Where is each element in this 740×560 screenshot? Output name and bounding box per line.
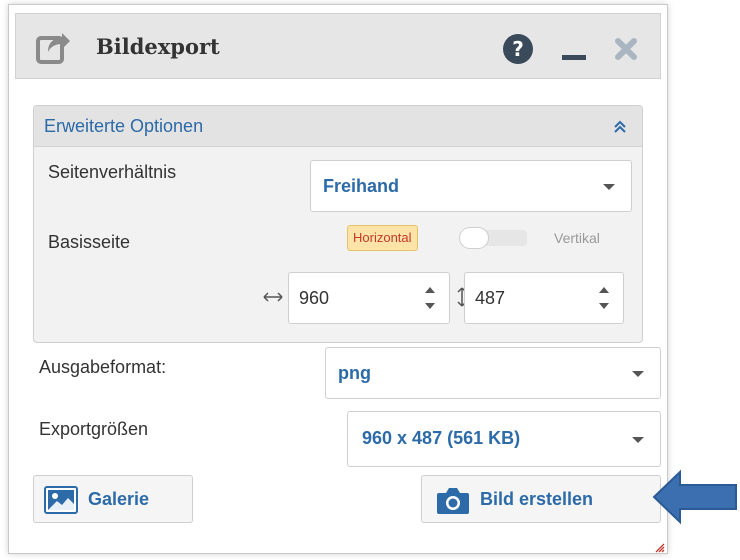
- create-image-button-label: Bild erstellen: [480, 489, 594, 509]
- output-format-label: Ausgabeformat:: [39, 357, 167, 377]
- image-icon: [44, 486, 78, 514]
- width-arrow-icon: [263, 292, 283, 302]
- width-value: 960: [299, 288, 330, 308]
- height-spinner-icon[interactable]: [597, 283, 611, 313]
- export-size-select[interactable]: 960 x 487 (561 KB): [347, 411, 661, 467]
- svg-text:?: ?: [512, 37, 524, 61]
- export-size-value: 960 x 487 (561 KB): [362, 428, 521, 448]
- gallery-button-label: Galerie: [88, 489, 150, 509]
- aspect-ratio-label: Seitenverhältnis: [48, 162, 177, 182]
- chevron-down-icon: [632, 437, 644, 443]
- horizontal-option[interactable]: Horizontal: [347, 225, 418, 251]
- vertical-option[interactable]: Vertikal: [554, 230, 600, 246]
- height-input[interactable]: 487: [464, 272, 624, 324]
- orientation-toggle[interactable]: [459, 227, 529, 249]
- width-input[interactable]: 960: [288, 272, 450, 324]
- annotation-arrow-icon: [652, 469, 737, 525]
- advanced-options-header[interactable]: Erweiterte Optionen: [34, 106, 642, 147]
- gallery-button[interactable]: Galerie: [33, 475, 193, 523]
- resize-grip-icon[interactable]: [653, 541, 665, 553]
- dialog-title: Bildexport: [96, 34, 220, 59]
- close-icon[interactable]: [608, 31, 644, 67]
- export-size-label: Exportgrößen: [39, 419, 149, 439]
- advanced-options-panel: Erweiterte Optionen Seitenverhältnis Fre…: [33, 105, 643, 343]
- output-format-select[interactable]: png: [325, 347, 661, 399]
- aspect-ratio-select[interactable]: Freihand: [310, 160, 632, 212]
- base-side-label: Basisseite: [48, 232, 131, 252]
- chevron-down-icon: [603, 184, 615, 190]
- chevron-down-icon: [632, 371, 644, 377]
- camera-icon: [437, 488, 469, 514]
- height-value: 487: [475, 288, 506, 308]
- chevron-double-up-icon[interactable]: [612, 119, 628, 135]
- minimize-icon[interactable]: [556, 31, 592, 67]
- export-dialog: Bildexport ? Erweiterte Optionen Seitenv…: [8, 4, 668, 554]
- title-bar[interactable]: Bildexport ?: [15, 13, 661, 79]
- share-export-icon: [36, 33, 70, 64]
- advanced-options-title: Erweiterte Optionen: [44, 116, 204, 136]
- width-spinner-icon[interactable]: [423, 283, 437, 313]
- output-format-value: png: [338, 363, 371, 383]
- help-icon[interactable]: ?: [500, 31, 536, 67]
- create-image-button[interactable]: Bild erstellen: [421, 475, 661, 523]
- toggle-knob: [459, 227, 489, 249]
- aspect-ratio-value: Freihand: [323, 176, 400, 196]
